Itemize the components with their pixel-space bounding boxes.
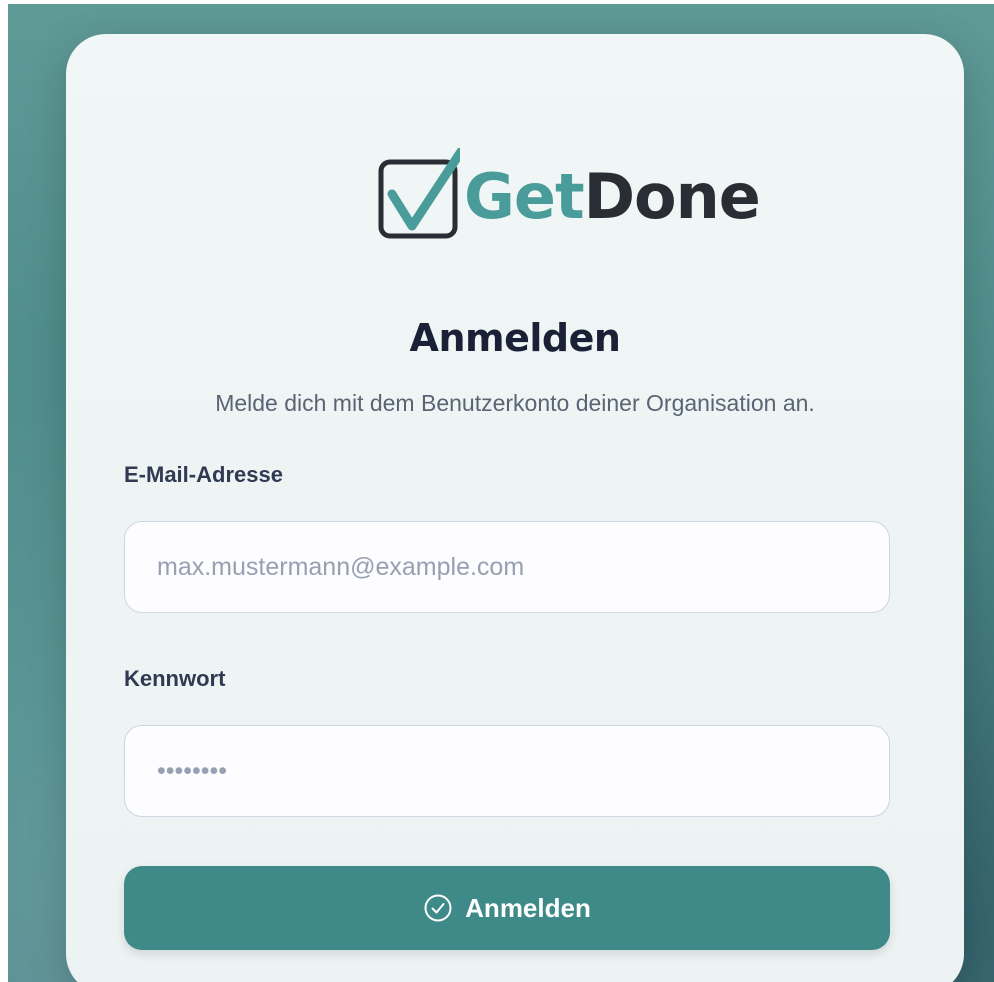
login-submit-button[interactable]: Anmelden xyxy=(124,866,890,950)
page-background: GetDone Anmelden Melde dich mit dem Benu… xyxy=(8,4,994,982)
brand-name-part1: Get xyxy=(464,160,585,233)
check-circle-icon xyxy=(423,893,453,923)
brand-logo: GetDone xyxy=(378,144,761,244)
login-card: GetDone Anmelden Melde dich mit dem Benu… xyxy=(66,34,964,982)
brand-name-part2: Done xyxy=(583,160,761,233)
email-label: E-Mail-Adresse xyxy=(124,462,283,487)
password-label: Kennwort xyxy=(124,666,226,691)
login-submit-label: Anmelden xyxy=(465,892,591,923)
brand-wordmark: GetDone xyxy=(464,166,761,228)
page-title: Anmelden xyxy=(409,316,621,360)
page-subtitle: Melde dich mit dem Benutzerkonto deiner … xyxy=(215,390,815,416)
checkbox-check-icon xyxy=(378,145,467,240)
password-field[interactable] xyxy=(124,725,890,817)
email-field[interactable] xyxy=(124,521,890,613)
